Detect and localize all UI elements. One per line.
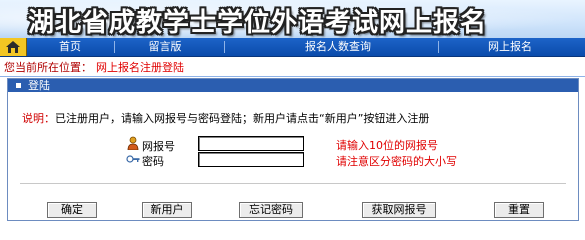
top-nav: 首页 留言版 报名人数查询 网上报名 <box>0 38 585 57</box>
username-label: 网报号 <box>142 140 175 153</box>
key-icon <box>126 155 140 163</box>
login-panel: 登陆 说明：已注册用户，请输入网报号与密码登陆；新用户请点击“新用户”按钮进入注… <box>7 78 579 221</box>
panel-title: 登陆 <box>28 79 50 92</box>
page-title: 湖北省成教学士学位外语考试网上报名 <box>28 8 488 38</box>
username-input[interactable] <box>198 136 304 151</box>
password-label: 密码 <box>142 155 164 168</box>
nav-item-home[interactable]: 首页 <box>40 38 100 56</box>
location-divider <box>0 76 585 77</box>
instructions-text: 已注册用户，请输入网报号与密码登陆；新用户请点击“新用户”按钮进入注册 <box>55 112 430 125</box>
instructions: 说明：已注册用户，请输入网报号与密码登陆；新用户请点击“新用户”按钮进入注册 <box>22 110 429 126</box>
location-prefix: 您当前所在位置： <box>4 61 92 74</box>
breadcrumb: 您当前所在位置： 网上报名注册登陆 <box>0 60 585 77</box>
nav-item-enrollment-count[interactable]: 报名人数查询 <box>288 38 388 56</box>
reset-button[interactable]: 重置 <box>494 202 544 218</box>
nav-separator <box>224 41 225 53</box>
home-icon <box>6 41 20 53</box>
password-input[interactable] <box>198 152 304 167</box>
new-user-button[interactable]: 新用户 <box>142 202 192 218</box>
username-hint: 请输入10位的网报号 <box>336 139 438 152</box>
nav-item-online-registration[interactable]: 网上报名 <box>470 38 550 56</box>
confirm-button[interactable]: 确定 <box>47 202 97 218</box>
header-bullet-icon <box>16 83 21 88</box>
get-number-button[interactable]: 获取网报号 <box>362 202 436 218</box>
password-hint: 请注意区分密码的大小写 <box>336 155 457 168</box>
nav-item-guestbook[interactable]: 留言版 <box>130 38 200 56</box>
nav-separator <box>114 41 115 53</box>
user-icon <box>127 136 139 150</box>
nav-separator <box>438 41 439 53</box>
header-banner: 湖北省成教学士学位外语考试网上报名 <box>0 0 585 38</box>
home-tab[interactable] <box>0 38 27 56</box>
panel-header: 登陆 <box>8 79 578 92</box>
instructions-key: 说明： <box>22 112 55 125</box>
form-divider <box>20 183 566 184</box>
forgot-password-button[interactable]: 忘记密码 <box>239 202 303 218</box>
location-current: 网上报名注册登陆 <box>96 61 184 74</box>
